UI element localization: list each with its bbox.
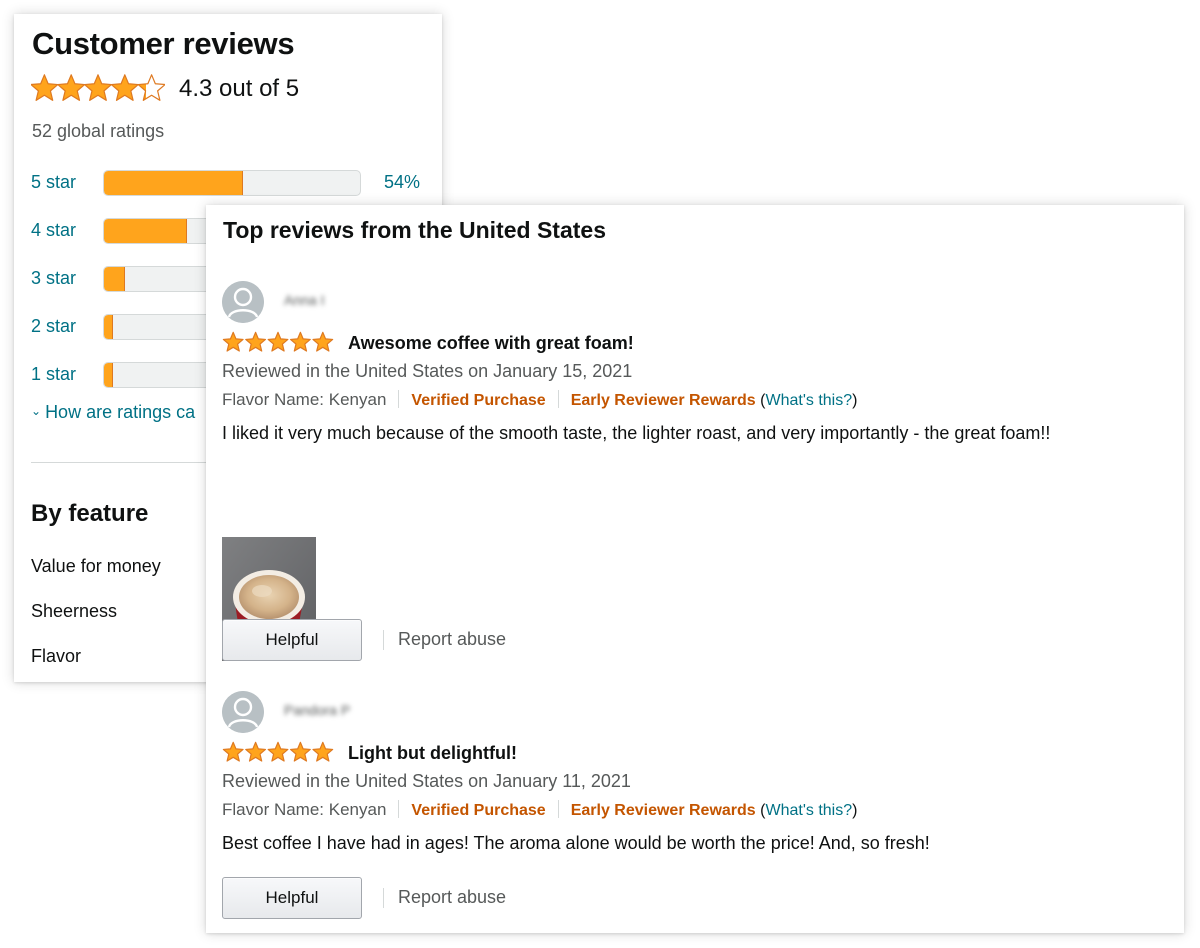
overall-star-rating-icon [31,74,165,101]
star-icon [289,741,311,762]
star-icon [222,331,244,352]
star-icon [312,331,334,352]
star-icon [267,741,289,762]
histogram-fill [104,315,113,339]
feature-sheerness: Sheerness [31,601,118,621]
global-ratings-count: 52 global ratings [32,121,165,141]
top-reviews-panel: Top reviews from the United States Anna … [206,205,1184,933]
star-icon [267,331,289,352]
verified-purchase-badge: Verified Purchase [411,802,546,819]
reviewer-name[interactable]: Anna I [284,292,324,308]
report-abuse-link[interactable]: Report abuse [398,887,506,908]
report-abuse-link[interactable]: Report abuse [398,629,506,650]
reviewer-name[interactable]: Pandora P [284,702,350,718]
whats-this-link[interactable]: What's this? [765,802,852,819]
avatar [222,691,264,733]
action-divider [383,888,384,908]
flavor-name: Flavor Name: Kenyan [222,390,387,409]
histogram-label[interactable]: 3 star [31,268,76,289]
review-meta: Flavor Name: Kenyan Verified Purchase Earl… [222,800,857,820]
paren-close: ) [852,802,858,819]
star-icon [110,74,139,101]
star-icon [245,331,267,352]
early-reviewer-badge: Early Reviewer Rewards [570,802,756,819]
helpful-button[interactable]: Helpful [222,877,362,919]
action-divider [383,630,384,650]
histogram-fill [104,171,244,195]
review-item: Anna I Awesome coffee with great foam! R… [222,281,1172,661]
histogram-label[interactable]: 2 star [31,316,76,337]
histogram-label[interactable]: 4 star [31,220,76,241]
how-ratings-link-text[interactable]: How are ratings ca [45,402,195,422]
how-ratings-calculated-link[interactable]: ⌄ How are ratings ca [31,402,195,423]
meta-divider [398,390,400,408]
flavor-name: Flavor Name: Kenyan [222,800,387,819]
star-icon [83,74,113,101]
histogram-fill [104,219,187,243]
verified-purchase-badge: Verified Purchase [411,392,546,409]
star-icon [289,331,311,352]
user-avatar-icon [222,281,264,323]
review-date: Reviewed in the United States on January… [222,361,633,381]
top-reviews-title: Top reviews from the United States [223,217,606,243]
early-reviewer-badge: Early Reviewer Rewards [570,392,756,409]
review-meta: Flavor Name: Kenyan Verified Purchase Earl… [222,390,857,410]
overall-rating-text: 4.3 out of 5 [179,75,300,102]
star-icon [137,74,165,101]
user-avatar-icon [222,691,264,733]
histogram-bar[interactable] [103,170,361,196]
histogram-fill [104,267,126,291]
customer-reviews-title: Customer reviews [32,26,295,61]
chevron-down-icon: ⌄ [31,404,42,418]
review-body: Best coffee I have had in ages! The arom… [222,833,930,853]
review-item: Pandora P Light but delightful! Reviewed… [222,691,1172,921]
helpful-button[interactable]: Helpful [222,619,362,661]
meta-divider [557,800,559,818]
avatar [222,281,264,323]
review-star-rating-icon [222,741,334,762]
paren-close: ) [852,392,858,409]
histogram-fill [104,363,113,387]
histogram-label[interactable]: 5 star [31,172,76,193]
review-headline[interactable]: Awesome coffee with great foam! [348,333,634,354]
feature-value-for-money: Value for money [31,556,161,576]
histogram-percent[interactable]: 54% [384,172,420,193]
review-star-rating-icon [222,331,334,352]
meta-divider [557,390,559,408]
review-date: Reviewed in the United States on January… [222,771,631,791]
star-icon [245,741,267,762]
review-headline[interactable]: Light but delightful! [348,743,517,764]
feature-flavor: Flavor [31,646,82,666]
star-icon [312,741,334,762]
whats-this-link[interactable]: What's this? [765,392,852,409]
star-icon [57,74,86,101]
histogram-label[interactable]: 1 star [31,364,76,385]
histogram-row-5-star[interactable]: 5 star 54% [31,170,451,198]
star-icon [31,74,59,101]
meta-divider [398,800,400,818]
by-feature-title: By feature [31,500,149,527]
star-icon [222,741,244,762]
review-body: I liked it very much because of the smoo… [222,423,1051,443]
